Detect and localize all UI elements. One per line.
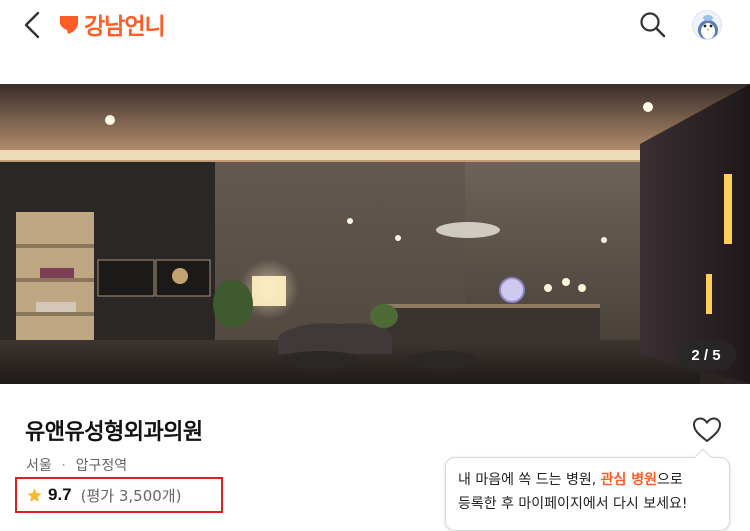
app-header: 강남언니: [0, 0, 750, 50]
review-count: (평가 3,500개): [80, 486, 182, 505]
chevron-left-icon: [24, 11, 40, 39]
tooltip-line1-suffix: 으로: [657, 472, 683, 488]
tooltip-line-2: 등록한 후 마이페이지에서 다시 보세요!: [458, 496, 688, 512]
search-icon: [640, 12, 666, 38]
clinic-location: 서울 · 압구정역: [26, 455, 127, 475]
rating-value: 9.7: [48, 485, 72, 504]
carousel-page-indicator: 2 / 5: [676, 340, 736, 370]
clinic-name: 유앤유성형외과의원: [25, 420, 203, 445]
location-separator: ·: [61, 458, 66, 472]
favorite-button[interactable]: [692, 416, 722, 444]
search-button[interactable]: [638, 10, 668, 40]
clinic-lobby-photo: [0, 84, 750, 384]
favorite-tooltip: 내 마음에 쏙 드는 병원, 관심 병원으로 등록한 후 마이페이지에서 다시 …: [445, 448, 730, 531]
avatar[interactable]: [692, 10, 722, 40]
tooltip-arrow: [694, 448, 712, 466]
heart-icon: [692, 417, 722, 443]
logo-text: 강남언니: [84, 14, 166, 40]
logo-mark-icon: [60, 16, 78, 34]
location-region: 서울: [26, 458, 52, 474]
tooltip-line1-prefix: 내 마음에 쏙 드는 병원,: [458, 472, 601, 488]
tooltip-line-1: 내 마음에 쏙 드는 병원, 관심 병원으로: [458, 468, 717, 492]
penguin-avatar-icon: [698, 15, 718, 39]
rating-summary[interactable]: 9.7 (평가 3,500개): [15, 477, 223, 513]
star-icon: [27, 487, 42, 502]
tooltip-highlight: 관심 병원: [600, 472, 658, 488]
location-station: 압구정역: [75, 458, 128, 474]
back-button[interactable]: [20, 10, 46, 40]
clinic-photo-carousel[interactable]: 2 / 5: [0, 84, 750, 384]
app-logo[interactable]: 강남언니: [58, 9, 166, 40]
